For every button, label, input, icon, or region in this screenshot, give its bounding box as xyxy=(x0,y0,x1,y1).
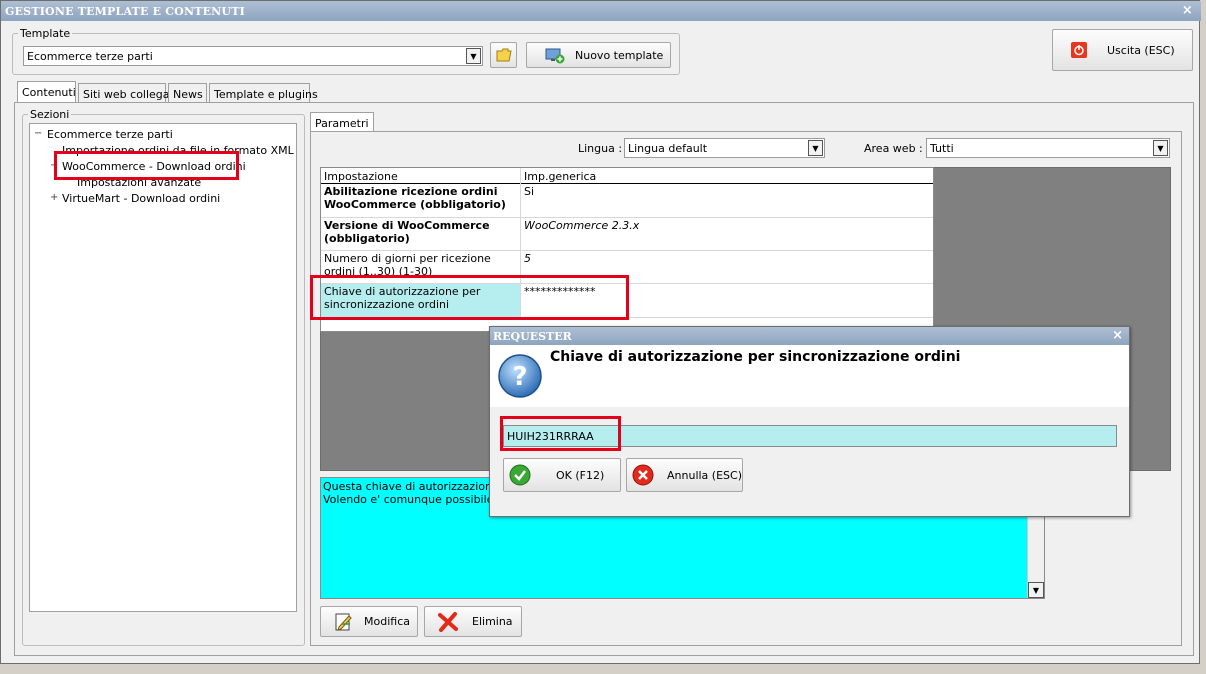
tab-parametri-label: Parametri xyxy=(315,117,369,130)
tab-contenuti[interactable]: Contenuti xyxy=(17,81,76,103)
area-web-select-value: Tutti xyxy=(930,142,954,155)
dialog-close-icon[interactable]: × xyxy=(1112,328,1123,343)
lingua-select[interactable]: Lingua default ▼ xyxy=(624,138,825,158)
requester-dialog: REQUESTER × ? Chiave di autorizzazione p… xyxy=(489,326,1130,517)
window-title: GESTIONE TEMPLATE E CONTENUTI xyxy=(5,5,245,18)
modify-label: Modifica xyxy=(364,615,410,628)
tab-siti-web-label: Siti web collegati xyxy=(83,88,177,101)
add-screen-icon xyxy=(545,48,565,64)
delete-button[interactable]: Elimina xyxy=(424,606,522,637)
tab-template-plugins[interactable]: Template e plugins xyxy=(209,83,318,103)
highlight-key-row xyxy=(310,275,629,320)
dialog-title: REQUESTER xyxy=(493,330,572,343)
window-close-icon[interactable]: × xyxy=(1182,3,1193,18)
sections-tree[interactable]: − Ecommerce terze parti Importazione ord… xyxy=(29,123,297,612)
delete-x-icon xyxy=(438,612,458,632)
table-row[interactable]: Abilitazione ricezione ordini WooCommerc… xyxy=(321,184,933,217)
dialog-titlebar: REQUESTER × xyxy=(490,327,1129,345)
tree-expander-icon[interactable]: + xyxy=(50,192,58,203)
cancel-icon xyxy=(632,464,654,486)
svg-text:?: ? xyxy=(512,362,527,392)
template-group-label: Template xyxy=(18,27,73,40)
grid-header-impostazione: Impostazione xyxy=(324,170,398,183)
tab-siti-web[interactable]: Siti web collegati xyxy=(78,83,177,103)
cancel-button[interactable]: Annulla (ESC) xyxy=(626,458,743,492)
new-template-label: Nuovo template xyxy=(575,48,664,62)
area-web-label: Area web : xyxy=(864,142,923,155)
question-icon: ? xyxy=(498,354,542,398)
new-template-button[interactable]: Nuovo template xyxy=(526,42,671,68)
open-folder-button[interactable] xyxy=(490,42,517,68)
table-row[interactable]: Versione di WooCommerce (obbligatorio) W… xyxy=(321,218,933,250)
tab-parametri[interactable]: Parametri xyxy=(310,112,374,132)
window-titlebar: GESTIONE TEMPLATE E CONTENUTI × xyxy=(1,1,1201,21)
chevron-down-icon[interactable]: ▼ xyxy=(808,140,823,156)
highlight-woocommerce xyxy=(54,151,239,180)
chevron-down-icon[interactable]: ▼ xyxy=(1153,140,1168,156)
lingua-select-value: Lingua default xyxy=(628,142,708,155)
dialog-header: ? Chiave di autorizzazione per sincroniz… xyxy=(490,345,1129,407)
template-select-value: Ecommerce terze parti xyxy=(27,50,153,63)
exit-button[interactable]: Uscita (ESC) xyxy=(1052,29,1193,71)
ok-label: OK (F12) xyxy=(556,468,605,482)
row-value: Si xyxy=(524,185,535,198)
sections-label: Sezioni xyxy=(28,108,72,121)
grid-header-imp-generica: Imp.generica xyxy=(524,170,597,183)
modify-button[interactable]: Modifica xyxy=(320,606,418,637)
delete-label: Elimina xyxy=(472,615,513,628)
tab-news[interactable]: News xyxy=(168,83,207,103)
check-icon xyxy=(509,464,531,486)
ok-button[interactable]: OK (F12) xyxy=(503,458,621,492)
folder-icon xyxy=(496,48,512,62)
lingua-label: Lingua : xyxy=(578,142,623,155)
row-value: WooCommerce 2.3.x xyxy=(524,219,640,232)
tab-news-label: News xyxy=(173,88,203,101)
cancel-label: Annulla (ESC) xyxy=(667,468,742,482)
exit-label: Uscita (ESC) xyxy=(1107,43,1175,57)
dialog-question: Chiave di autorizzazione per sincronizza… xyxy=(550,349,961,365)
tree-item-ecommerce[interactable]: Ecommerce terze parti xyxy=(47,128,173,141)
power-icon xyxy=(1071,42,1087,58)
tree-item-virtuemart[interactable]: VirtueMart - Download ordini xyxy=(62,192,220,205)
row-name: Abilitazione ricezione ordini WooCommerc… xyxy=(324,185,506,211)
tree-expander-icon[interactable]: − xyxy=(34,128,42,139)
chevron-down-icon[interactable]: ▼ xyxy=(466,48,481,64)
highlight-input xyxy=(500,416,621,451)
row-value: 5 xyxy=(524,252,531,265)
row-name: Versione di WooCommerce (obbligatorio) xyxy=(324,219,490,245)
edit-icon xyxy=(335,613,352,631)
area-web-select[interactable]: Tutti ▼ xyxy=(926,138,1170,158)
template-select[interactable]: Ecommerce terze parti ▼ xyxy=(23,46,483,66)
tab-template-plugins-label: Template e plugins xyxy=(214,88,318,101)
tab-contenuti-label: Contenuti xyxy=(22,86,76,99)
main-window: GESTIONE TEMPLATE E CONTENUTI × Template… xyxy=(0,0,1201,664)
chevron-down-icon[interactable]: ▼ xyxy=(1028,582,1044,598)
